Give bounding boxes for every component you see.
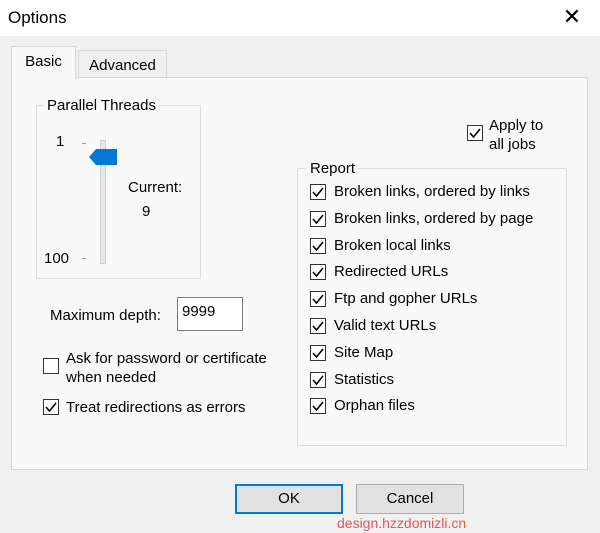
report-item-label: Site Map xyxy=(334,344,394,361)
report-item-label: Broken links, ordered by links xyxy=(334,183,530,200)
report-item-label: Broken links, ordered by page xyxy=(334,210,534,227)
cancel-button[interactable]: Cancel xyxy=(356,484,464,514)
apply-all-jobs-checkbox[interactable] xyxy=(467,125,483,141)
tab-basic-label: Basic xyxy=(25,53,62,70)
apply-all-jobs-line2: all jobs xyxy=(489,136,536,153)
checkmark-icon xyxy=(45,402,57,413)
slider-tick-top xyxy=(82,143,86,144)
slider-min-label: 1 xyxy=(56,133,65,150)
treat-redirections-label: Treat redirections as errors xyxy=(66,399,246,416)
report-item-checkbox[interactable] xyxy=(310,318,326,334)
close-icon[interactable]: ✕ xyxy=(555,2,589,32)
checkmark-icon xyxy=(312,348,324,359)
apply-all-jobs-label: Apply to all jobs xyxy=(489,116,543,154)
current-value: 9 xyxy=(142,203,151,220)
parallel-threads-label: Parallel Threads xyxy=(44,97,159,114)
report-item-checkbox[interactable] xyxy=(310,372,326,388)
tab-advanced[interactable]: Advanced xyxy=(78,50,167,79)
report-item-checkbox[interactable] xyxy=(310,291,326,307)
ask-password-label-line1: Ask for password or certificate xyxy=(66,350,267,367)
title-bar: Options ✕ xyxy=(0,0,600,36)
report-item-checkbox[interactable] xyxy=(310,211,326,227)
report-item-checkbox[interactable] xyxy=(310,345,326,361)
treat-redirections-checkbox[interactable] xyxy=(43,399,59,415)
checkmark-icon xyxy=(312,214,324,225)
current-label: Current: xyxy=(128,179,183,196)
threads-slider-thumb[interactable] xyxy=(89,149,119,165)
report-item-label: Statistics xyxy=(334,371,395,388)
slider-tick-bottom xyxy=(82,258,86,259)
report-item-checkbox[interactable] xyxy=(310,398,326,414)
checkmark-icon xyxy=(312,187,324,198)
report-item-label: Orphan files xyxy=(334,397,415,414)
report-item-label: Redirected URLs xyxy=(334,263,449,280)
report-group-label: Report xyxy=(307,160,359,177)
checkmark-icon xyxy=(469,128,481,139)
ask-password-checkbox[interactable] xyxy=(43,358,59,374)
max-depth-input[interactable]: 9999 xyxy=(177,297,243,331)
ok-button[interactable]: OK xyxy=(235,484,343,514)
report-item-checkbox[interactable] xyxy=(310,238,326,254)
checkmark-icon xyxy=(312,321,324,332)
ask-password-label-line2: when needed xyxy=(66,369,157,386)
apply-all-jobs-line1: Apply to xyxy=(489,117,544,134)
window-title: Options xyxy=(8,8,67,27)
report-item-checkbox[interactable] xyxy=(310,264,326,280)
checkmark-icon xyxy=(312,241,324,252)
report-item-label: Broken local links xyxy=(334,237,451,254)
report-item-checkbox[interactable] xyxy=(310,184,326,200)
tab-advanced-label: Advanced xyxy=(89,57,156,74)
ask-password-label: Ask for password or certificate when nee… xyxy=(66,349,267,387)
slider-max-label: 100 xyxy=(44,250,70,267)
tab-basic[interactable]: Basic xyxy=(11,46,76,79)
checkmark-icon xyxy=(312,294,324,305)
checkmark-icon xyxy=(312,401,324,412)
report-item-label: Valid text URLs xyxy=(334,317,437,334)
checkmark-icon xyxy=(312,267,324,278)
max-depth-label: Maximum depth: xyxy=(50,307,161,324)
report-item-label: Ftp and gopher URLs xyxy=(334,290,478,307)
watermark-text: design.hzzdomizli.cn xyxy=(337,515,467,531)
checkmark-icon xyxy=(312,375,324,386)
